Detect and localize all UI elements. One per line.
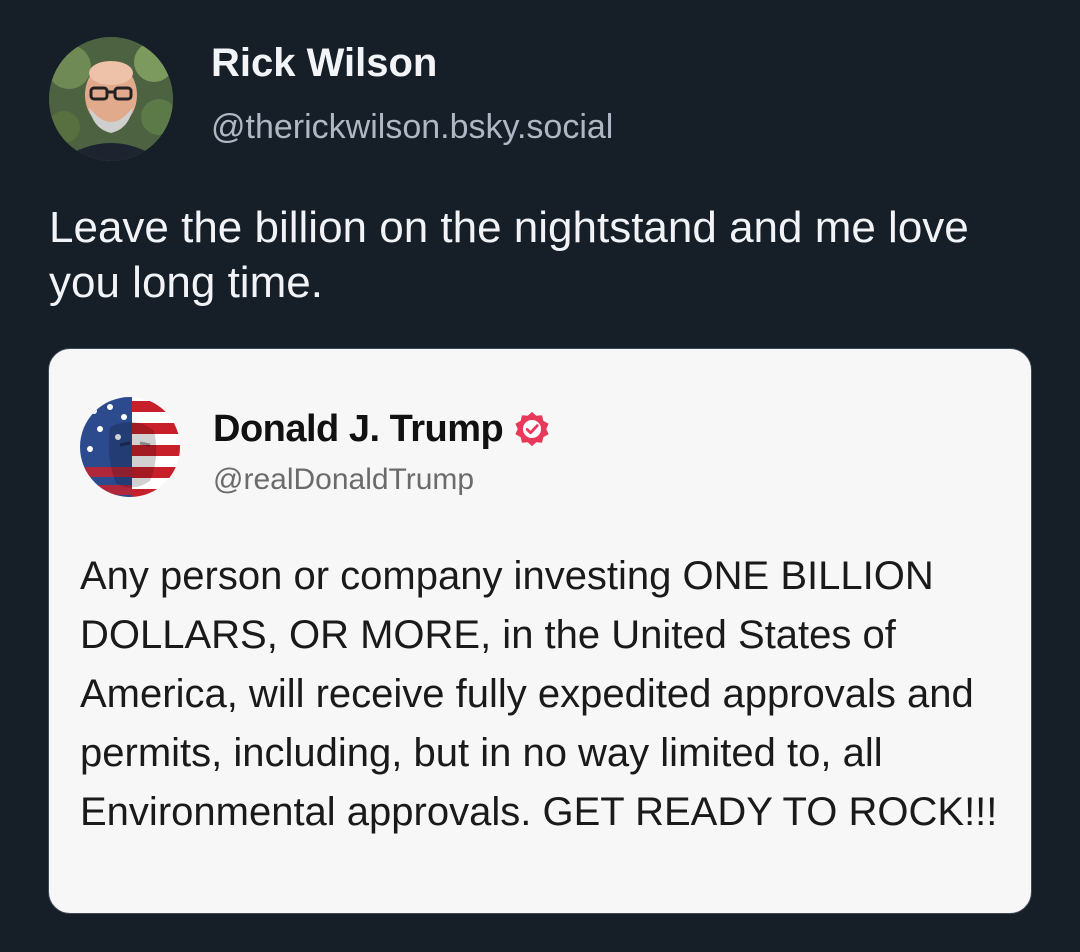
verified-badge-icon: [513, 410, 551, 448]
embed-avatar: [80, 397, 180, 497]
post: Rick Wilson @therickwilson.bsky.social L…: [0, 0, 1080, 952]
embed-author-name: Donald J. Trump: [213, 408, 504, 450]
author-avatar[interactable]: [49, 37, 173, 161]
post-text: Leave the billion on the nightstand and …: [49, 203, 969, 307]
author-name[interactable]: Rick Wilson: [211, 40, 437, 86]
author-avatar-image: [49, 37, 173, 161]
flag-face-avatar-image: [80, 397, 180, 497]
embed-post-text: Any person or company investing ONE BILL…: [80, 554, 998, 834]
embed-author-handle: @realDonaldTrump: [213, 463, 475, 496]
embedded-post-screenshot[interactable]: Donald J. Trump @realDonaldTrump Any per…: [48, 348, 1032, 914]
embed-author-row: Donald J. Trump: [213, 407, 551, 451]
author-handle[interactable]: @therickwilson.bsky.social: [211, 107, 613, 147]
